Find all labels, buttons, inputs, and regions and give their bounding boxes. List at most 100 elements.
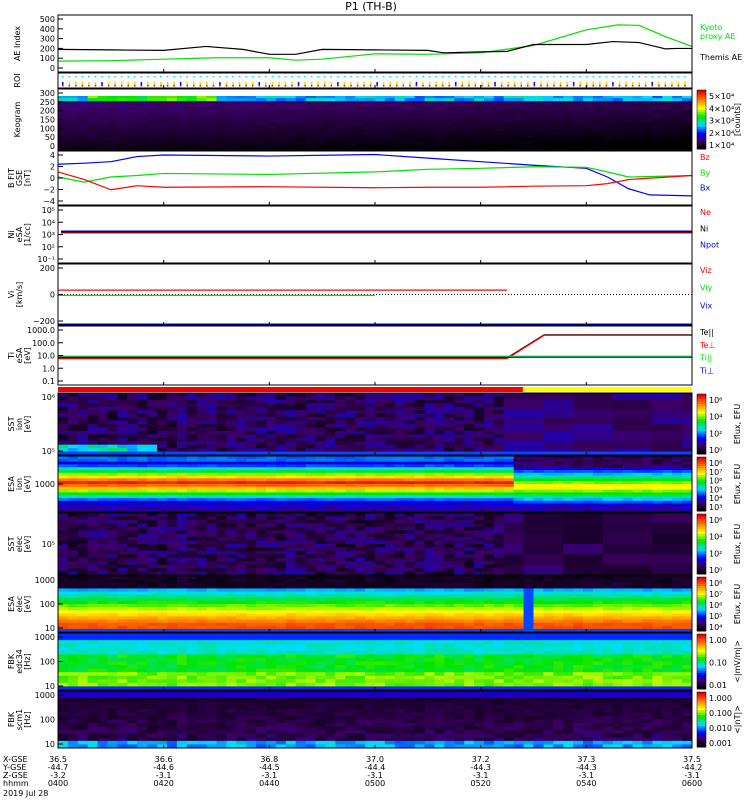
sst_ion-spectrogram-cell bbox=[77, 441, 89, 446]
roi-marker bbox=[68, 76, 71, 78]
esa_ion-spectrogram-cell bbox=[87, 503, 99, 507]
esa_ion-spectrogram-cell bbox=[335, 503, 346, 507]
roi-marker bbox=[153, 85, 156, 87]
keogram-spectrogram-cell bbox=[335, 113, 346, 117]
sst_elec-spectrogram-cell bbox=[464, 513, 475, 517]
esa_ion-spectrogram-cell bbox=[474, 467, 485, 471]
esa_ion-spectrogram-cell bbox=[226, 461, 237, 465]
esa_ion-spectrogram-cell bbox=[474, 498, 485, 502]
keogram-spectrogram-cell bbox=[127, 116, 138, 120]
keogram-spectrogram-cell bbox=[513, 110, 524, 114]
sst_ion-spectrogram-cell bbox=[573, 434, 584, 439]
keogram-spectrogram-cell bbox=[464, 110, 475, 114]
esa_ion-spectrogram-cell bbox=[77, 492, 89, 496]
esa_ion-spectrogram-cell bbox=[384, 500, 396, 504]
sst_ion-spectrogram-cell bbox=[632, 410, 643, 415]
keogram-spectrogram-cell bbox=[384, 134, 396, 139]
sst_ion-spectrogram-cell bbox=[662, 399, 673, 404]
esa_ion-spectrogram-cell bbox=[216, 478, 227, 482]
sst_ion-spectrogram-cell bbox=[523, 441, 534, 446]
sst_ion-spectrogram-cell bbox=[682, 396, 693, 401]
sst_ion-spectrogram-cell bbox=[533, 399, 544, 404]
esa_ion-spectrogram-cell bbox=[107, 458, 118, 462]
keogram-spectrogram-cell bbox=[404, 125, 416, 130]
sst_ion-spectrogram-cell bbox=[553, 424, 564, 428]
esa_ion-spectrogram-cell bbox=[77, 478, 89, 482]
sst_ion-spectrogram-cell bbox=[454, 413, 465, 418]
keogram-spectrogram-cell bbox=[394, 137, 406, 142]
sst_ion-spectrogram-cell bbox=[325, 427, 336, 432]
sst_elec-spectrogram-cell bbox=[127, 526, 138, 531]
esa_ion-spectrogram-cell bbox=[513, 458, 524, 462]
esa_ion-spectrogram-cell bbox=[523, 498, 534, 502]
sst_ion-spectrogram-cell bbox=[176, 393, 188, 397]
keogram-spectrogram-cell bbox=[493, 128, 505, 133]
sst_ion-spectrogram-cell bbox=[295, 410, 307, 415]
sst_ion-spectrogram-cell bbox=[493, 403, 505, 408]
sst_elec-spectrogram-cell bbox=[275, 516, 287, 521]
esa_ion-spectrogram-cell bbox=[117, 467, 128, 471]
sst_elec-spectrogram-cell bbox=[483, 564, 495, 569]
keogram-spectrogram-cell bbox=[365, 134, 376, 139]
keogram-spectrogram-cell bbox=[345, 107, 356, 111]
sst_ion-spectrogram-cell bbox=[503, 393, 515, 397]
sst_elec-spectrogram-cell bbox=[434, 526, 445, 531]
esa_ion-spectrogram-cell bbox=[632, 486, 643, 490]
sst_elec-spectrogram-cell bbox=[196, 540, 207, 545]
esa_ion-spectrogram-cell bbox=[612, 506, 624, 510]
keogram-spectrogram-cell bbox=[503, 125, 515, 130]
keogram-spectrogram-cell bbox=[682, 110, 693, 114]
sst_ion-spectrogram-cell bbox=[493, 448, 505, 452]
esa_ion-spectrogram-cell bbox=[137, 484, 148, 488]
keogram-spectrogram-cell bbox=[652, 110, 663, 114]
sst_elec-spectrogram-cell bbox=[345, 564, 356, 569]
keogram-spectrogram-cell bbox=[464, 143, 475, 148]
keogram-spectrogram-cell bbox=[325, 113, 336, 117]
sst_ion-spectrogram-cell bbox=[602, 434, 614, 439]
sst_ion-spectrogram-cell bbox=[77, 430, 89, 435]
sst_ion-spectrogram-cell bbox=[147, 424, 158, 428]
sst_ion-spectrogram-cell bbox=[58, 399, 69, 404]
esa_ion-spectrogram-cell bbox=[464, 475, 475, 479]
sst_elec-spectrogram-cell bbox=[394, 554, 406, 559]
sst_ion-spectrogram-cell bbox=[266, 396, 277, 401]
keogram-spectrogram-cell bbox=[67, 119, 79, 123]
sst_elec-spectrogram-cell bbox=[67, 526, 79, 531]
esa_ion-spectrogram-cell bbox=[275, 475, 287, 479]
esa_ion-spectrogram-cell bbox=[166, 489, 178, 493]
esa_ion-spectrogram-cell bbox=[622, 475, 633, 479]
esa_ion-spectrogram-cell bbox=[454, 481, 465, 485]
esa_ion-spectrogram-cell bbox=[117, 481, 128, 485]
sst_elec-spectrogram-cell bbox=[186, 516, 198, 521]
sst_ion-spectrogram-cell bbox=[483, 417, 495, 421]
sst_elec-spectrogram-cell bbox=[483, 519, 495, 524]
esa_ion-spectrogram-cell bbox=[513, 475, 524, 479]
ti-series-te bbox=[58, 334, 692, 359]
sst_elec-spectrogram-cell bbox=[87, 550, 99, 555]
sst_elec-spectrogram-cell bbox=[394, 547, 406, 552]
sst_ion-spectrogram-cell bbox=[325, 393, 336, 397]
sst_ion-spectrogram-cell bbox=[513, 403, 524, 408]
sst_ion-spectrogram-cell bbox=[335, 448, 346, 452]
sst_elec-spectrogram-cell bbox=[503, 513, 515, 517]
keogram-spectrogram-cell bbox=[523, 143, 534, 148]
keogram-spectrogram-cell bbox=[87, 140, 99, 145]
sst_ion-spectrogram-cell bbox=[474, 399, 485, 404]
esa_ion-spectrogram-cell bbox=[147, 464, 158, 468]
keogram-spectrogram-cell bbox=[256, 113, 267, 117]
sst_ion-spectrogram-cell bbox=[77, 434, 89, 439]
keogram-spectrogram-cell bbox=[77, 134, 89, 139]
esa_ion-spectrogram-cell bbox=[394, 489, 406, 493]
sst_ion-spectrogram-cell bbox=[127, 413, 138, 418]
roi-marker bbox=[212, 85, 215, 87]
keogram-spectrogram-cell bbox=[424, 143, 435, 148]
roi-marker bbox=[546, 76, 549, 78]
esa_ion-spectrogram-cell bbox=[583, 467, 594, 471]
esa_ion-spectrogram-cell bbox=[583, 495, 594, 499]
keogram-spectrogram-cell bbox=[682, 116, 693, 120]
sst_ion-spectrogram-cell bbox=[305, 396, 316, 401]
esa_ion-spectrogram-cell bbox=[404, 458, 416, 462]
sst_ion-spectrogram-cell bbox=[563, 396, 574, 401]
sst_ion-spectrogram-cell bbox=[77, 399, 89, 404]
esa_ion-spectrogram-cell bbox=[414, 503, 425, 507]
